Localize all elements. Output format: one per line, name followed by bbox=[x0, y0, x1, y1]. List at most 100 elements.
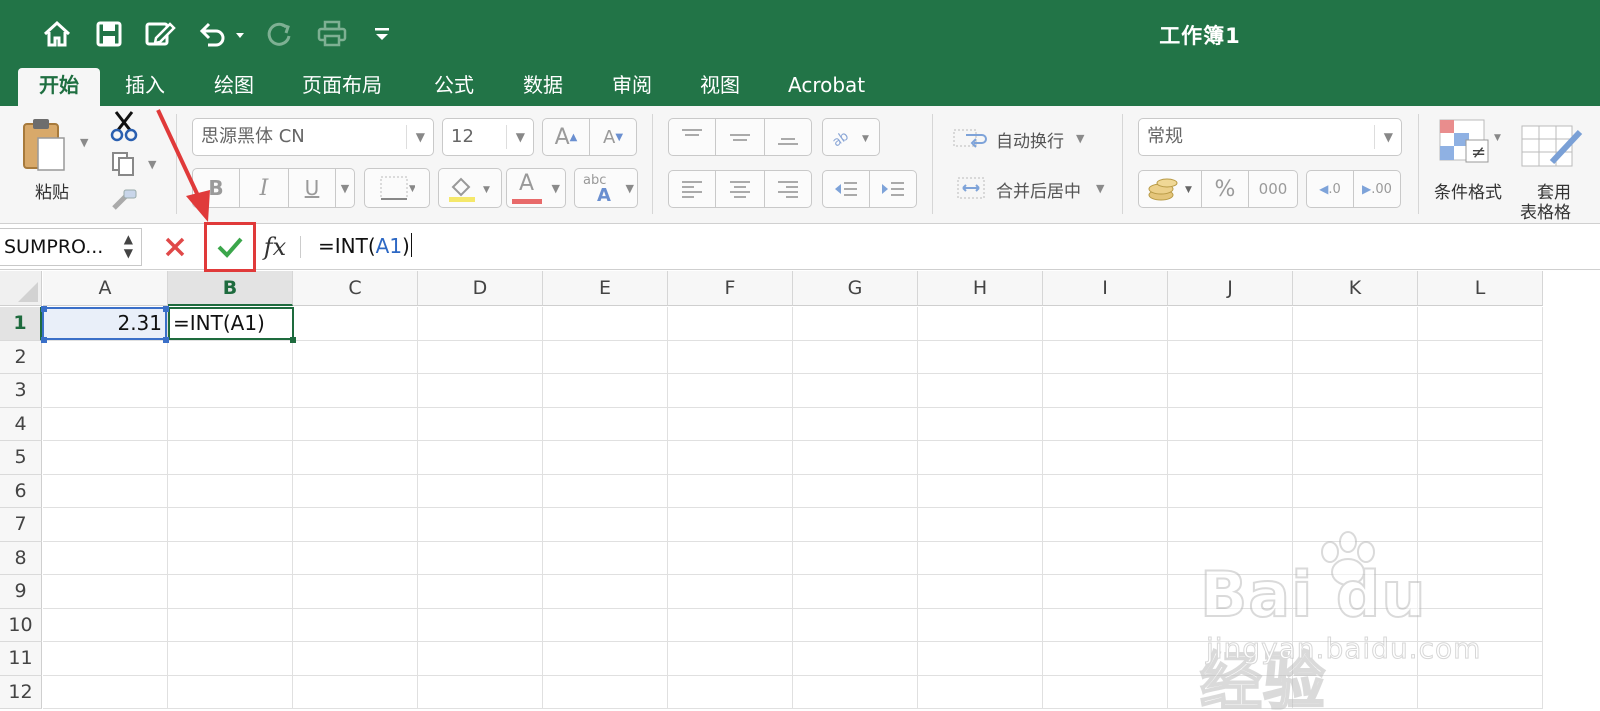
row-header-5[interactable]: 5 bbox=[0, 441, 42, 475]
cell-b12[interactable] bbox=[168, 675, 293, 709]
formula-input[interactable]: =INT(A1) bbox=[318, 233, 412, 258]
cell-h1[interactable] bbox=[918, 307, 1043, 341]
column-header-e[interactable]: E bbox=[543, 271, 668, 306]
cell-h9[interactable] bbox=[918, 575, 1043, 609]
cell-b3[interactable] bbox=[168, 374, 293, 408]
cell-d10[interactable] bbox=[418, 608, 543, 642]
insert-function-button[interactable]: fx bbox=[258, 228, 292, 266]
cell-i8[interactable] bbox=[1043, 541, 1168, 575]
cell-j3[interactable] bbox=[1168, 374, 1293, 408]
number-format-select[interactable]: 常规 ▼ bbox=[1138, 118, 1402, 156]
cell-e7[interactable] bbox=[543, 508, 668, 542]
cell-c4[interactable] bbox=[293, 407, 418, 441]
cell-c5[interactable] bbox=[293, 441, 418, 475]
cell-k6[interactable] bbox=[1293, 474, 1418, 508]
cell-i2[interactable] bbox=[1043, 340, 1168, 374]
cell-g8[interactable] bbox=[793, 541, 918, 575]
column-header-b[interactable]: B bbox=[168, 271, 293, 306]
row-header-10[interactable]: 10 bbox=[0, 608, 42, 642]
cell-b10[interactable] bbox=[168, 608, 293, 642]
cell-d9[interactable] bbox=[418, 575, 543, 609]
cell-a10[interactable] bbox=[43, 608, 168, 642]
cell-i3[interactable] bbox=[1043, 374, 1168, 408]
cell-f5[interactable] bbox=[668, 441, 793, 475]
column-header-j[interactable]: J bbox=[1168, 271, 1293, 306]
select-all-corner[interactable] bbox=[0, 271, 42, 306]
merge-center-dropdown-icon[interactable]: ▼ bbox=[1096, 182, 1104, 195]
cell-j2[interactable] bbox=[1168, 340, 1293, 374]
fill-color-button[interactable]: ▼ bbox=[438, 168, 502, 208]
row-header-8[interactable]: 8 bbox=[0, 541, 42, 575]
cell-i12[interactable] bbox=[1043, 675, 1168, 709]
tab-formulas[interactable]: 公式 bbox=[434, 68, 474, 106]
cell-h3[interactable] bbox=[918, 374, 1043, 408]
cell-i5[interactable] bbox=[1043, 441, 1168, 475]
cell-f10[interactable] bbox=[668, 608, 793, 642]
row-header-1[interactable]: 1 bbox=[0, 307, 42, 341]
cell-f9[interactable] bbox=[668, 575, 793, 609]
cell-a6[interactable] bbox=[43, 474, 168, 508]
borders-button[interactable]: ▼ bbox=[364, 168, 430, 208]
cell-g7[interactable] bbox=[793, 508, 918, 542]
row-header-3[interactable]: 3 bbox=[0, 374, 42, 408]
selection-handle[interactable] bbox=[41, 306, 47, 312]
cell-l6[interactable] bbox=[1418, 474, 1543, 508]
cell-c11[interactable] bbox=[293, 642, 418, 676]
cell-c1[interactable] bbox=[293, 307, 418, 341]
cell-e4[interactable] bbox=[543, 407, 668, 441]
cell-l4[interactable] bbox=[1418, 407, 1543, 441]
cell-h8[interactable] bbox=[918, 541, 1043, 575]
increase-decimal-button[interactable]: ◀ .0 bbox=[1306, 170, 1354, 208]
cell-c12[interactable] bbox=[293, 675, 418, 709]
align-middle-button[interactable] bbox=[715, 118, 765, 156]
cell-h2[interactable] bbox=[918, 340, 1043, 374]
orientation-button[interactable]: ab ▼ bbox=[822, 118, 880, 156]
cell-i7[interactable] bbox=[1043, 508, 1168, 542]
cell-i6[interactable] bbox=[1043, 474, 1168, 508]
increase-font-button[interactable]: A ▲ bbox=[542, 118, 590, 156]
cell-e9[interactable] bbox=[543, 575, 668, 609]
cell-b8[interactable] bbox=[168, 541, 293, 575]
tab-review[interactable]: 审阅 bbox=[612, 68, 652, 106]
tab-acrobat[interactable]: Acrobat bbox=[788, 68, 865, 106]
cell-a11[interactable] bbox=[43, 642, 168, 676]
cell-c8[interactable] bbox=[293, 541, 418, 575]
column-header-f[interactable]: F bbox=[668, 271, 793, 306]
format-as-table-label-2[interactable]: 表格格 bbox=[1520, 198, 1571, 223]
merge-center-button[interactable]: 合并后居中 bbox=[996, 177, 1081, 202]
phonetic-button[interactable]: abc A ▼ bbox=[574, 168, 638, 208]
cell-e5[interactable] bbox=[543, 441, 668, 475]
cell-i9[interactable] bbox=[1043, 575, 1168, 609]
customize-icon[interactable] bbox=[370, 14, 394, 54]
cell-l3[interactable] bbox=[1418, 374, 1543, 408]
align-center-button[interactable] bbox=[715, 170, 765, 208]
column-header-g[interactable]: G bbox=[793, 271, 918, 306]
cell-e10[interactable] bbox=[543, 608, 668, 642]
cell-e2[interactable] bbox=[543, 340, 668, 374]
cell-a12[interactable] bbox=[43, 675, 168, 709]
cell-f4[interactable] bbox=[668, 407, 793, 441]
cell-l2[interactable] bbox=[1418, 340, 1543, 374]
cell-g3[interactable] bbox=[793, 374, 918, 408]
cell-f3[interactable] bbox=[668, 374, 793, 408]
cell-j1[interactable] bbox=[1168, 307, 1293, 341]
cell-d8[interactable] bbox=[418, 541, 543, 575]
cell-k2[interactable] bbox=[1293, 340, 1418, 374]
cell-e8[interactable] bbox=[543, 541, 668, 575]
cell-d12[interactable] bbox=[418, 675, 543, 709]
tab-page-layout[interactable]: 页面布局 bbox=[302, 68, 382, 106]
cell-h7[interactable] bbox=[918, 508, 1043, 542]
cell-g12[interactable] bbox=[793, 675, 918, 709]
cell-a3[interactable] bbox=[43, 374, 168, 408]
cell-i11[interactable] bbox=[1043, 642, 1168, 676]
cell-d4[interactable] bbox=[418, 407, 543, 441]
cell-h12[interactable] bbox=[918, 675, 1043, 709]
cell-c10[interactable] bbox=[293, 608, 418, 642]
column-header-h[interactable]: H bbox=[918, 271, 1043, 306]
cell-g6[interactable] bbox=[793, 474, 918, 508]
cell-f12[interactable] bbox=[668, 675, 793, 709]
wrap-text-button[interactable]: 自动换行 bbox=[996, 127, 1064, 152]
cell-g4[interactable] bbox=[793, 407, 918, 441]
cell-j6[interactable] bbox=[1168, 474, 1293, 508]
align-bottom-button[interactable] bbox=[764, 118, 812, 156]
